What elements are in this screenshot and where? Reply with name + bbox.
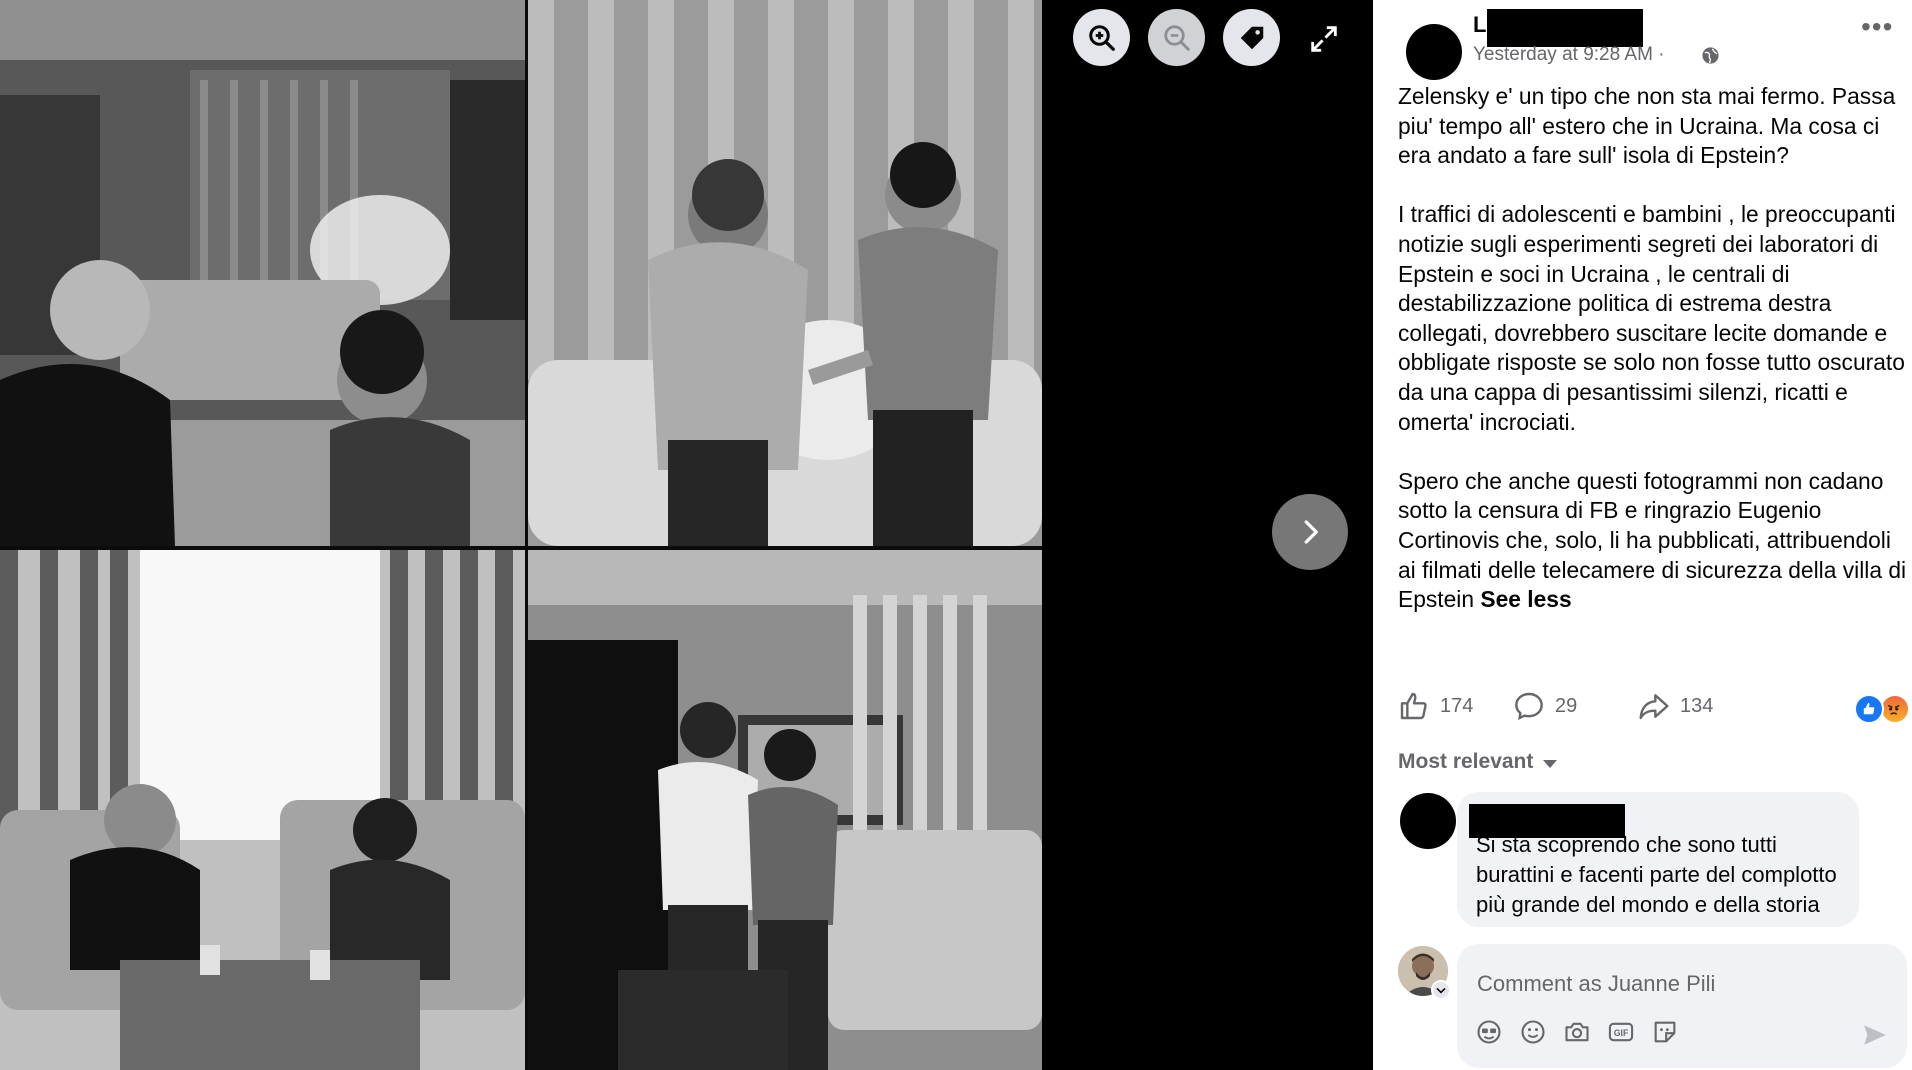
angry-reaction-icon <box>1880 694 1910 724</box>
fullscreen-button[interactable] <box>1307 22 1341 56</box>
zoom-out-button[interactable] <box>1148 9 1205 66</box>
zoom-in-button[interactable] <box>1073 9 1130 66</box>
zoom-in-icon <box>1088 24 1115 51</box>
globe-icon <box>1702 47 1719 64</box>
comment-text: Si sta scoprendo che sono tutti burattin… <box>1476 832 1837 917</box>
share-count: 134 <box>1680 694 1714 717</box>
photo-frame-bottom-left <box>0 550 525 1070</box>
post-actions: 174 29 134 <box>1398 690 1910 726</box>
camera-icon[interactable] <box>1563 1018 1591 1046</box>
like-icon <box>1400 692 1427 720</box>
reaction-summary[interactable] <box>1854 694 1912 724</box>
like-count: 174 <box>1440 694 1474 717</box>
comment-composer: GIF <box>1457 944 1907 1068</box>
expand-icon <box>1311 26 1337 52</box>
photo-frame-top-left <box>0 0 525 546</box>
share-button[interactable]: 134 <box>1638 690 1713 722</box>
comment-button[interactable]: 29 <box>1513 690 1577 722</box>
comment-sort-label: Most relevant <box>1398 750 1534 773</box>
comment-input[interactable] <box>1457 944 1907 1004</box>
post-paragraph: I traffici di adolescenti e bambini , le… <box>1398 201 1905 435</box>
caret-down-icon <box>1543 760 1558 768</box>
commenter-name-redaction <box>1469 804 1625 838</box>
svg-text:GIF: GIF <box>1614 1028 1629 1038</box>
gif-icon[interactable]: GIF <box>1607 1018 1635 1046</box>
post-paragraph: Zelensky e' un tipo che non sta mai ferm… <box>1398 83 1896 169</box>
post-photo[interactable] <box>0 0 1042 1070</box>
post-paragraph: Spero che anche questi fotogrammi non ca… <box>1398 467 1908 615</box>
tag-photo-button[interactable] <box>1223 9 1280 66</box>
profile-switch-button[interactable] <box>1431 980 1451 1000</box>
post-body: Zelensky e' un tipo che non sta mai ferm… <box>1398 82 1908 644</box>
see-less-link[interactable]: See less <box>1480 586 1571 612</box>
photo-viewer <box>0 0 1373 1070</box>
avatar-sticker-icon[interactable] <box>1475 1018 1503 1046</box>
comment-count: 29 <box>1555 694 1578 717</box>
chevron-right-icon <box>1304 520 1318 544</box>
send-icon[interactable] <box>1861 1022 1889 1048</box>
emoji-icon[interactable] <box>1519 1018 1547 1046</box>
post-sidebar: Li Yesterday at 9:28 AM · ••• Zelensky e… <box>1373 0 1912 1070</box>
composer-toolbar: GIF <box>1475 1018 1695 1046</box>
photo-frame-top-right <box>528 0 1042 546</box>
sticker-icon[interactable] <box>1651 1018 1679 1046</box>
chevron-down-icon <box>1436 987 1446 994</box>
comment-sort-dropdown[interactable]: Most relevant <box>1398 750 1558 774</box>
next-photo-button[interactable] <box>1272 494 1348 570</box>
post-paragraph-text: Spero che anche questi fotogrammi non ca… <box>1398 467 1907 613</box>
author-name-redaction <box>1487 9 1643 47</box>
zoom-out-icon <box>1163 24 1190 51</box>
comment-bubble: Si sta scoprendo che sono tutti burattin… <box>1457 792 1859 927</box>
tag-icon <box>1240 26 1263 49</box>
comment-icon <box>1515 692 1543 721</box>
like-button[interactable]: 174 <box>1398 690 1473 722</box>
photo-frame-bottom-right <box>528 550 1042 1070</box>
post-timestamp[interactable]: Yesterday at 9:28 AM · <box>1473 44 1665 66</box>
commenter-avatar[interactable] <box>1400 793 1456 849</box>
like-reaction-icon <box>1854 694 1884 724</box>
author-avatar[interactable] <box>1403 12 1462 80</box>
more-options-button[interactable]: ••• <box>1861 13 1895 42</box>
share-icon <box>1639 694 1669 720</box>
